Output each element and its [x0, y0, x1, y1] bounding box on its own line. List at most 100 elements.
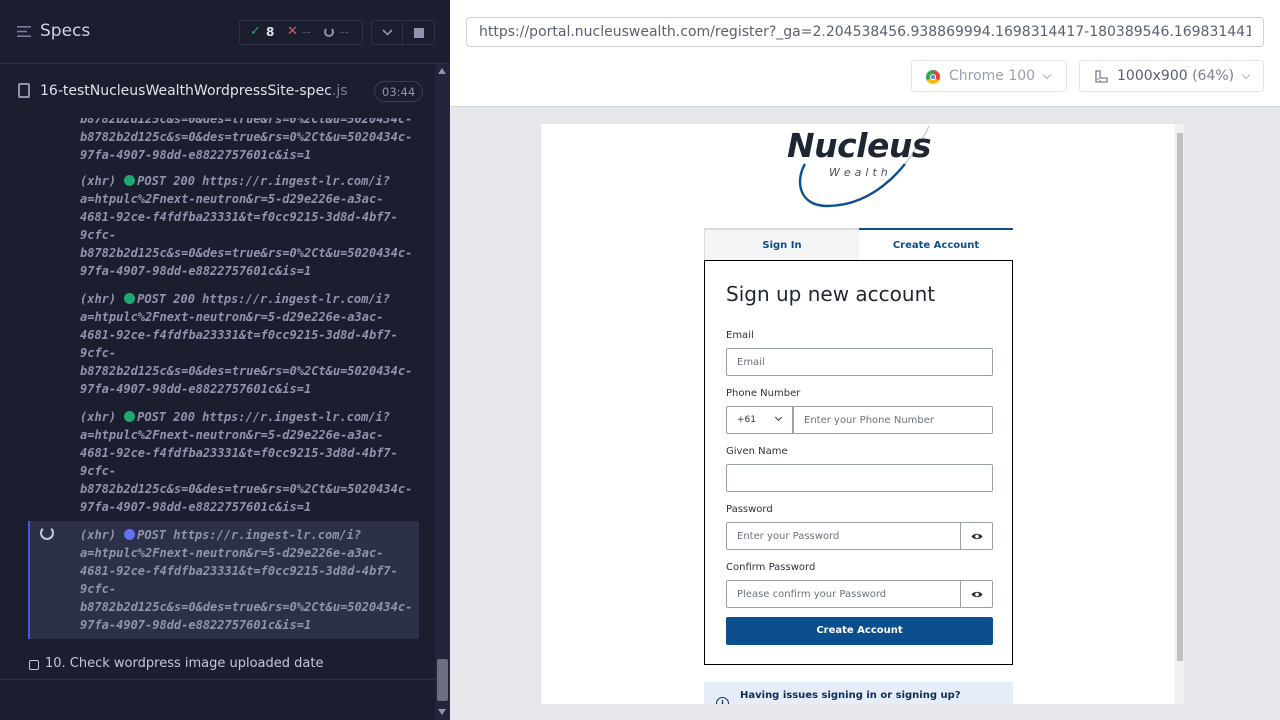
collapse-all-button[interactable] [371, 20, 403, 45]
command-entry-xhr-1[interactable]: (xhr) POST 200 https://r.ingest-lr.com/i?… [28, 170, 419, 278]
logo-wordmark: Nucleus [787, 126, 932, 165]
specs-title[interactable]: Specs [40, 21, 90, 41]
command-method: POST 200 https://r.ingest-lr.com/i? [137, 292, 390, 306]
password-field[interactable] [726, 522, 961, 550]
command-type: (xhr) [80, 174, 117, 188]
passed-count: 8 [266, 25, 275, 39]
browser-name: Chrome 100 [949, 68, 1036, 84]
loading-spinner-icon [40, 526, 54, 540]
url-bar[interactable] [466, 17, 1264, 47]
scrollbar-thumb[interactable] [1177, 133, 1183, 661]
command-entry-xhr-2[interactable]: (xhr) POST 200 https://r.ingest-lr.com/i?… [28, 288, 419, 396]
command-text: b8782b2d125c&s=0&des=true&rs=0%2Ct&u=502… [80, 482, 413, 496]
test-title: 10. Check wordpress image uploaded date [45, 656, 324, 671]
form-title: Sign up new account [726, 282, 936, 306]
command-text: 4681-92ce-f4fdfba23331&t=f0cc9215-3d8d-4… [80, 564, 398, 578]
command-text: 9cfc- [80, 582, 117, 596]
scroll-up-icon[interactable] [438, 68, 446, 74]
command-text: b8782b2d125c&s=0&des=true&rs=0%2Ct&u=502… [80, 364, 413, 378]
pending-count: -- [340, 25, 349, 39]
phone-number-field[interactable] [793, 406, 993, 434]
command-type: (xhr) [80, 410, 117, 424]
status-dot-icon [124, 293, 136, 304]
create-account-button[interactable]: Create Account [726, 617, 993, 645]
command-text: a=htpulc%2Fnext-neutron&r=5-d29e226e-a3a… [80, 428, 384, 442]
command-text: 4681-92ce-f4fdfba23331&t=f0cc9215-3d8d-4… [80, 328, 398, 342]
show-password-button[interactable] [961, 522, 993, 550]
command-method: POST 200 https://r.ingest-lr.com/i? [137, 410, 390, 424]
given-name-field[interactable] [726, 464, 993, 492]
chevron-down-icon [774, 413, 783, 422]
command-entry-xhr-3[interactable]: (xhr) POST 200 https://r.ingest-lr.com/i?… [28, 406, 419, 514]
x-icon: ✕ [287, 24, 298, 39]
command-text: 9cfc- [80, 346, 117, 360]
tab-create-account[interactable]: Create Account [859, 228, 1013, 260]
info-icon: i [716, 697, 729, 704]
command-text: b8782b2d125c&s=0&des=true&rs=0%2Ct&u=502… [80, 246, 413, 260]
auth-tabs: Sign In Create Account [704, 228, 1013, 261]
given-name-label: Given Name [726, 446, 788, 457]
runner-header: Specs ✓ 8 ✕ -- -- [0, 0, 450, 64]
runner-panel: Specs ✓ 8 ✕ -- -- 16-testNucleusWealthWo… [0, 0, 450, 720]
stop-icon [414, 28, 424, 38]
scrollbar-thumb[interactable] [437, 659, 448, 701]
confirm-password-field[interactable] [726, 580, 961, 608]
phone-label: Phone Number [726, 388, 801, 399]
viewport-selector[interactable]: 1000x900 (64%) [1079, 60, 1264, 92]
page-scrollbar[interactable] [1175, 124, 1184, 704]
command-type: (xhr) [80, 292, 117, 306]
app-under-test-frame: Nucleus Wealth Sign In Create Account Si… [541, 124, 1184, 704]
command-text: 4681-92ce-f4fdfba23331&t=f0cc9215-3d8d-4… [80, 210, 398, 224]
spec-duration: 03:44 [374, 81, 424, 102]
spec-file-name[interactable]: 16-testNucleusWealthWordpressSite-spec.j… [40, 83, 348, 99]
scroll-down-icon[interactable] [438, 709, 446, 715]
command-type: (xhr) [80, 528, 117, 542]
show-confirm-password-button[interactable] [961, 580, 993, 608]
eye-icon [971, 533, 983, 540]
status-dot-icon [124, 175, 136, 186]
command-text: a=htpulc%2Fnext-neutron&r=5-d29e226e-a3a… [80, 310, 384, 324]
command-text: 97fa-4907-98dd-e8822757601c&is=1 [80, 500, 312, 514]
command-text: 9cfc- [80, 464, 117, 478]
test-item[interactable]: 10. Check wordpress image uploaded date [0, 648, 435, 680]
menu-icon[interactable] [17, 25, 31, 38]
pending-icon [324, 27, 334, 37]
command-text: 97fa-4907-98dd-e8822757601c&is=1 [80, 618, 312, 632]
stats-summary: ✓ 8 ✕ -- -- [239, 20, 363, 45]
help-banner: i Having issues signing in or signing up… [704, 682, 1013, 704]
command-log: b8782b2d125c&s=0&des=true&rs=0%2Ct&u=502… [0, 118, 435, 720]
command-text: 9cfc- [80, 228, 117, 242]
command-text: b8782b2d125c&s=0&des=true&rs=0%2Ct&u=502… [80, 130, 413, 144]
logo-subtitle: Wealth [829, 166, 892, 179]
command-text: b8782b2d125c&s=0&des=true&rs=0%2Ct&u=502… [80, 118, 413, 126]
command-text: b8782b2d125c&s=0&des=true&rs=0%2Ct&u=502… [80, 600, 413, 614]
chrome-icon [926, 70, 940, 84]
viewport-size: 1000x900 (64%) [1117, 68, 1235, 84]
checkbox-icon [29, 660, 39, 670]
preview-toolbar: Chrome 100 1000x900 (64%) [450, 0, 1280, 107]
spec-file-header: 16-testNucleusWealthWordpressSite-spec.j… [0, 64, 435, 118]
command-text: 97fa-4907-98dd-e8822757601c&is=1 [80, 264, 312, 278]
nucleus-logo: Nucleus Wealth [787, 126, 937, 212]
chevron-down-icon [1042, 70, 1052, 80]
email-field[interactable] [726, 348, 993, 376]
command-entry-xhr-active[interactable]: (xhr) POST https://r.ingest-lr.com/i? a=h… [28, 521, 419, 639]
signup-form: Sign up new account Email Phone Number +… [704, 260, 1013, 665]
file-icon [18, 83, 30, 98]
command-text: 97fa-4907-98dd-e8822757601c&is=1 [80, 382, 312, 396]
country-code-select[interactable]: +61 [726, 406, 793, 434]
help-text[interactable]: Having issues signing in or signing up? [740, 690, 961, 701]
log-scrollbar[interactable] [435, 64, 450, 720]
command-text: a=htpulc%2Fnext-neutron&r=5-d29e226e-a3a… [80, 546, 384, 560]
check-icon: ✓ [250, 24, 261, 39]
tab-sign-in[interactable]: Sign In [705, 229, 859, 260]
password-label: Password [726, 504, 773, 515]
stop-button[interactable] [403, 20, 435, 45]
browser-selector[interactable]: Chrome 100 [911, 60, 1067, 92]
country-code-value: +61 [737, 415, 756, 425]
command-entry[interactable]: b8782b2d125c&s=0&des=true&rs=0%2Ct&u=502… [28, 118, 419, 162]
ruler-icon [1095, 70, 1108, 83]
chevron-down-icon [1241, 70, 1251, 80]
command-method: POST 200 https://r.ingest-lr.com/i? [137, 174, 390, 188]
confirm-password-label: Confirm Password [726, 562, 816, 573]
